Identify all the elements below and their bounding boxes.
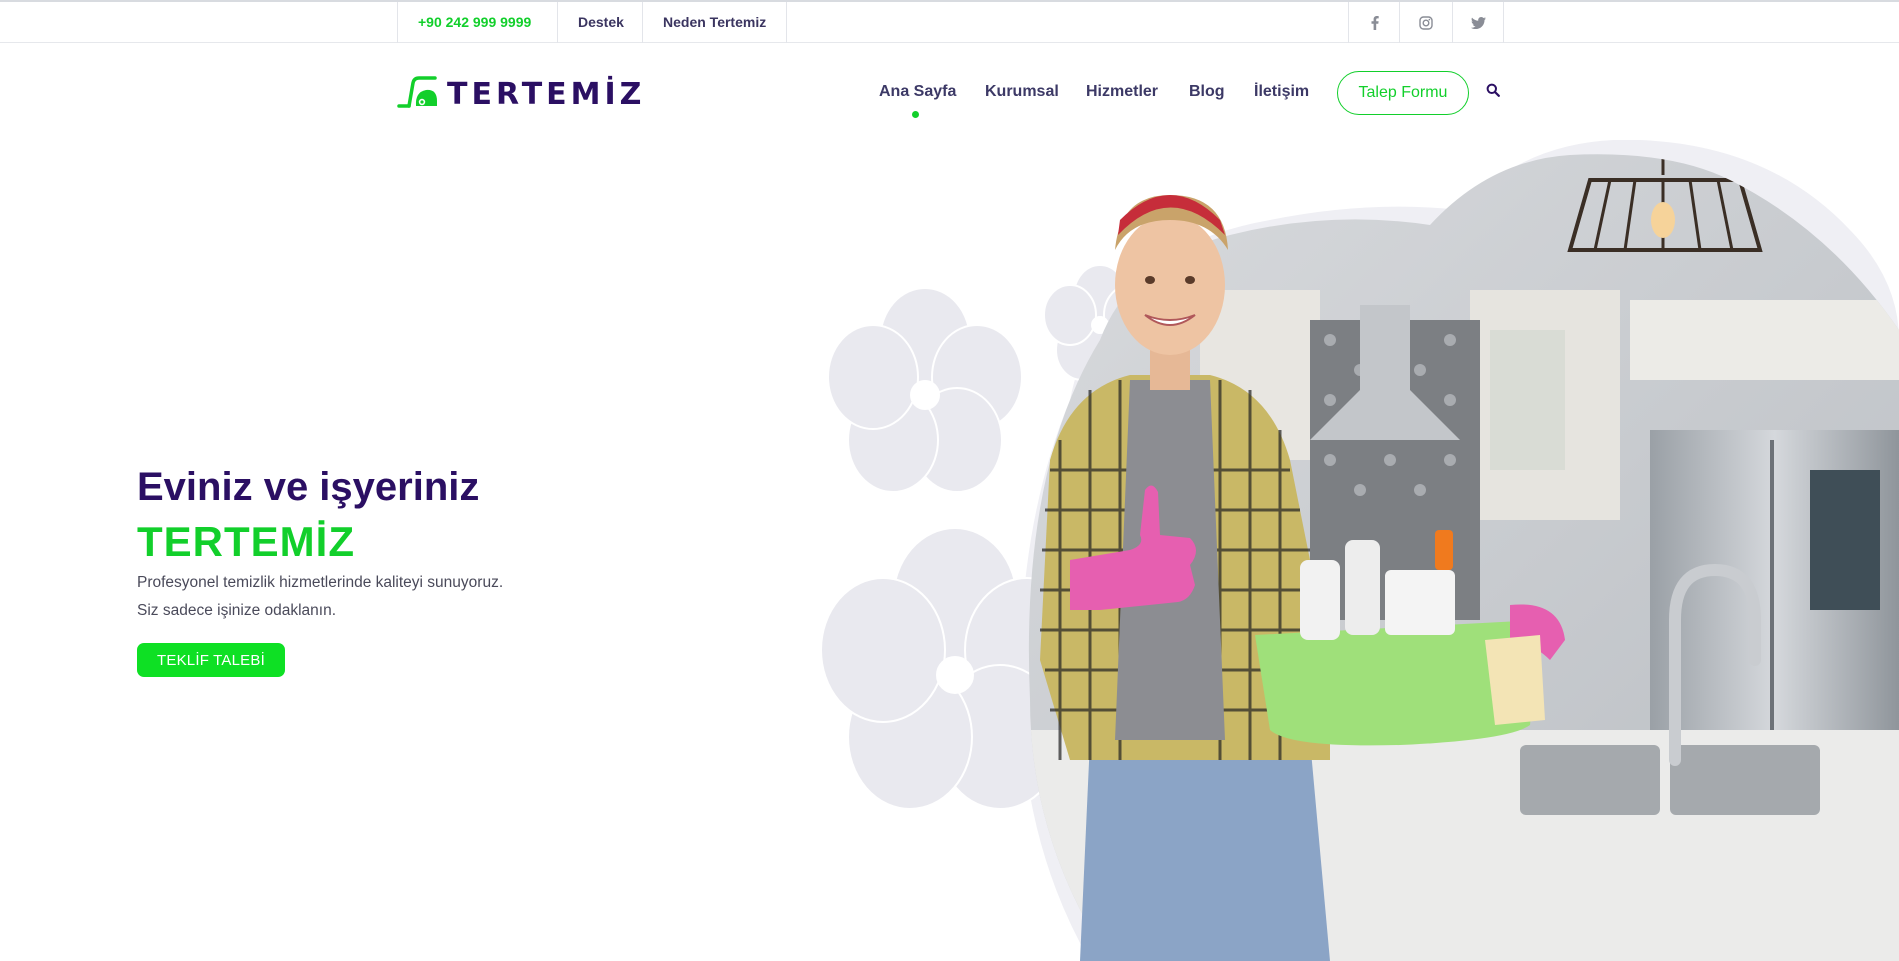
logo-text: TERTEMİZ bbox=[447, 76, 646, 112]
hero-title-line2: TERTEMİZ bbox=[137, 518, 355, 565]
site-logo[interactable]: TERTEMİZ bbox=[397, 74, 645, 114]
hero-text-line1: Profesyonel temizlik hizmetlerinde kalit… bbox=[137, 574, 504, 591]
twitter-icon[interactable] bbox=[1452, 2, 1504, 43]
phone-link[interactable]: +90 242 999 9999 bbox=[397, 2, 551, 43]
hero-title-line1: Eviniz ve işyeriniz bbox=[137, 465, 480, 509]
talep-formu-button[interactable]: Talep Formu bbox=[1337, 71, 1469, 115]
hero-text-line2: Siz sadece işinize odaklanın. bbox=[137, 602, 337, 619]
active-nav-indicator bbox=[912, 111, 919, 118]
top-bar-inner: +90 242 999 9999 Destek Neden Tertemiz bbox=[397, 2, 1507, 43]
search-icon[interactable] bbox=[1486, 83, 1502, 99]
nav-blog[interactable]: Blog bbox=[1189, 83, 1225, 101]
instagram-icon[interactable] bbox=[1399, 2, 1451, 43]
facebook-icon[interactable] bbox=[1348, 2, 1400, 43]
vacuum-cleaner-icon bbox=[397, 75, 439, 114]
nav-hizmetler[interactable]: Hizmetler bbox=[1086, 83, 1158, 101]
top-bar: +90 242 999 9999 Destek Neden Tertemiz bbox=[0, 0, 1899, 43]
nav-kurumsal[interactable]: Kurumsal bbox=[985, 83, 1059, 101]
hero-image bbox=[770, 139, 1899, 961]
destek-link[interactable]: Destek bbox=[557, 2, 644, 43]
teklif-talebi-button[interactable]: TEKLİF TALEBİ bbox=[137, 643, 285, 677]
neden-tertemiz-link[interactable]: Neden Tertemiz bbox=[642, 2, 788, 43]
nav-iletisim[interactable]: İletişim bbox=[1254, 83, 1309, 101]
nav-ana-sayfa[interactable]: Ana Sayfa bbox=[879, 83, 956, 101]
